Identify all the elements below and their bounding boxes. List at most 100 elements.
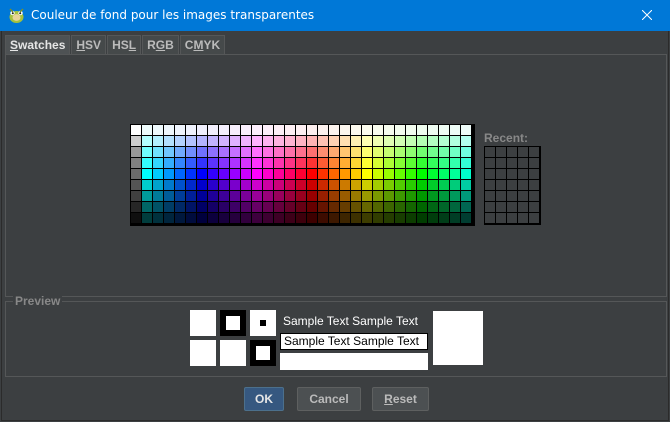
color-swatch[interactable] bbox=[307, 136, 317, 146]
color-swatch[interactable] bbox=[241, 191, 251, 201]
color-swatch[interactable] bbox=[373, 191, 383, 201]
title-bar[interactable]: Couleur de fond pour les images transpar… bbox=[0, 0, 670, 31]
color-swatch[interactable] bbox=[241, 213, 251, 223]
color-swatch[interactable] bbox=[362, 125, 372, 135]
color-swatch[interactable] bbox=[406, 213, 416, 223]
color-swatch[interactable] bbox=[329, 158, 339, 168]
color-swatch[interactable] bbox=[307, 202, 317, 212]
color-swatch[interactable] bbox=[274, 158, 284, 168]
tab-hsl[interactable]: HSL bbox=[107, 35, 142, 55]
color-swatch[interactable] bbox=[175, 125, 185, 135]
color-swatch[interactable] bbox=[186, 180, 196, 190]
color-swatch[interactable] bbox=[230, 158, 240, 168]
color-swatch[interactable] bbox=[307, 191, 317, 201]
color-swatch[interactable] bbox=[285, 147, 295, 157]
recent-swatch-grid[interactable] bbox=[484, 146, 541, 225]
color-swatch[interactable] bbox=[351, 136, 361, 146]
tab-swatches[interactable]: Swatches bbox=[5, 35, 71, 56]
color-swatch[interactable] bbox=[208, 180, 218, 190]
recent-swatch[interactable] bbox=[529, 191, 539, 201]
color-swatch[interactable] bbox=[439, 202, 449, 212]
color-swatch[interactable] bbox=[395, 202, 405, 212]
color-swatch[interactable] bbox=[186, 147, 196, 157]
recent-swatch[interactable] bbox=[485, 180, 495, 190]
recent-swatch[interactable] bbox=[496, 147, 506, 157]
recent-swatch[interactable] bbox=[529, 202, 539, 212]
color-swatch[interactable] bbox=[461, 136, 471, 146]
color-swatch[interactable] bbox=[450, 191, 460, 201]
color-swatch[interactable] bbox=[164, 147, 174, 157]
color-swatch[interactable] bbox=[153, 191, 163, 201]
color-swatch[interactable] bbox=[252, 191, 262, 201]
color-swatch[interactable] bbox=[417, 147, 427, 157]
color-swatch[interactable] bbox=[318, 180, 328, 190]
color-swatch[interactable] bbox=[241, 169, 251, 179]
color-swatch[interactable] bbox=[241, 136, 251, 146]
color-swatch[interactable] bbox=[373, 125, 383, 135]
color-swatch[interactable] bbox=[318, 213, 328, 223]
color-swatch[interactable] bbox=[329, 202, 339, 212]
color-swatch[interactable] bbox=[131, 169, 141, 179]
color-swatch[interactable] bbox=[373, 180, 383, 190]
color-swatch[interactable] bbox=[417, 158, 427, 168]
color-swatch[interactable] bbox=[373, 147, 383, 157]
color-swatch[interactable] bbox=[340, 125, 350, 135]
color-swatch[interactable] bbox=[340, 169, 350, 179]
color-swatch[interactable] bbox=[373, 169, 383, 179]
recent-swatch[interactable] bbox=[518, 213, 528, 223]
color-swatch[interactable] bbox=[450, 147, 460, 157]
color-swatch[interactable] bbox=[318, 125, 328, 135]
recent-swatch[interactable] bbox=[518, 158, 528, 168]
color-swatch[interactable] bbox=[395, 136, 405, 146]
color-swatch[interactable] bbox=[351, 180, 361, 190]
color-swatch[interactable] bbox=[329, 213, 339, 223]
recent-swatch[interactable] bbox=[485, 191, 495, 201]
color-swatch[interactable] bbox=[142, 136, 152, 146]
color-swatch[interactable] bbox=[351, 213, 361, 223]
color-swatch[interactable] bbox=[384, 147, 394, 157]
recent-swatch[interactable] bbox=[507, 213, 517, 223]
color-swatch[interactable] bbox=[219, 158, 229, 168]
color-swatch[interactable] bbox=[428, 202, 438, 212]
color-swatch[interactable] bbox=[417, 213, 427, 223]
recent-swatch[interactable] bbox=[485, 147, 495, 157]
color-swatch[interactable] bbox=[351, 158, 361, 168]
color-swatch[interactable] bbox=[307, 147, 317, 157]
color-swatch[interactable] bbox=[142, 169, 152, 179]
color-swatch[interactable] bbox=[318, 158, 328, 168]
color-swatch[interactable] bbox=[153, 202, 163, 212]
color-swatch[interactable] bbox=[263, 158, 273, 168]
color-swatch[interactable] bbox=[417, 180, 427, 190]
color-swatch[interactable] bbox=[263, 180, 273, 190]
color-swatch[interactable] bbox=[164, 125, 174, 135]
cancel-button[interactable]: Cancel bbox=[297, 387, 361, 411]
color-swatch[interactable] bbox=[439, 125, 449, 135]
color-swatch[interactable] bbox=[175, 158, 185, 168]
color-swatch[interactable] bbox=[208, 125, 218, 135]
color-swatch[interactable] bbox=[296, 147, 306, 157]
color-swatch[interactable] bbox=[450, 125, 460, 135]
color-swatch[interactable] bbox=[406, 180, 416, 190]
recent-swatch[interactable] bbox=[496, 191, 506, 201]
color-swatch[interactable] bbox=[296, 169, 306, 179]
color-swatch[interactable] bbox=[373, 202, 383, 212]
color-swatch[interactable] bbox=[252, 147, 262, 157]
color-swatch[interactable] bbox=[461, 180, 471, 190]
color-swatch[interactable] bbox=[428, 191, 438, 201]
color-swatch[interactable] bbox=[461, 191, 471, 201]
color-swatch[interactable] bbox=[241, 202, 251, 212]
color-swatch[interactable] bbox=[428, 213, 438, 223]
color-swatch[interactable] bbox=[142, 158, 152, 168]
color-swatch[interactable] bbox=[153, 147, 163, 157]
color-swatch[interactable] bbox=[153, 158, 163, 168]
color-swatch[interactable] bbox=[395, 169, 405, 179]
color-swatch[interactable] bbox=[450, 180, 460, 190]
color-swatch[interactable] bbox=[197, 202, 207, 212]
recent-swatch[interactable] bbox=[507, 147, 517, 157]
color-swatch[interactable] bbox=[208, 136, 218, 146]
color-swatch[interactable] bbox=[428, 136, 438, 146]
color-swatch[interactable] bbox=[274, 213, 284, 223]
color-swatch[interactable] bbox=[175, 213, 185, 223]
color-swatch[interactable] bbox=[142, 202, 152, 212]
color-swatch[interactable] bbox=[285, 213, 295, 223]
